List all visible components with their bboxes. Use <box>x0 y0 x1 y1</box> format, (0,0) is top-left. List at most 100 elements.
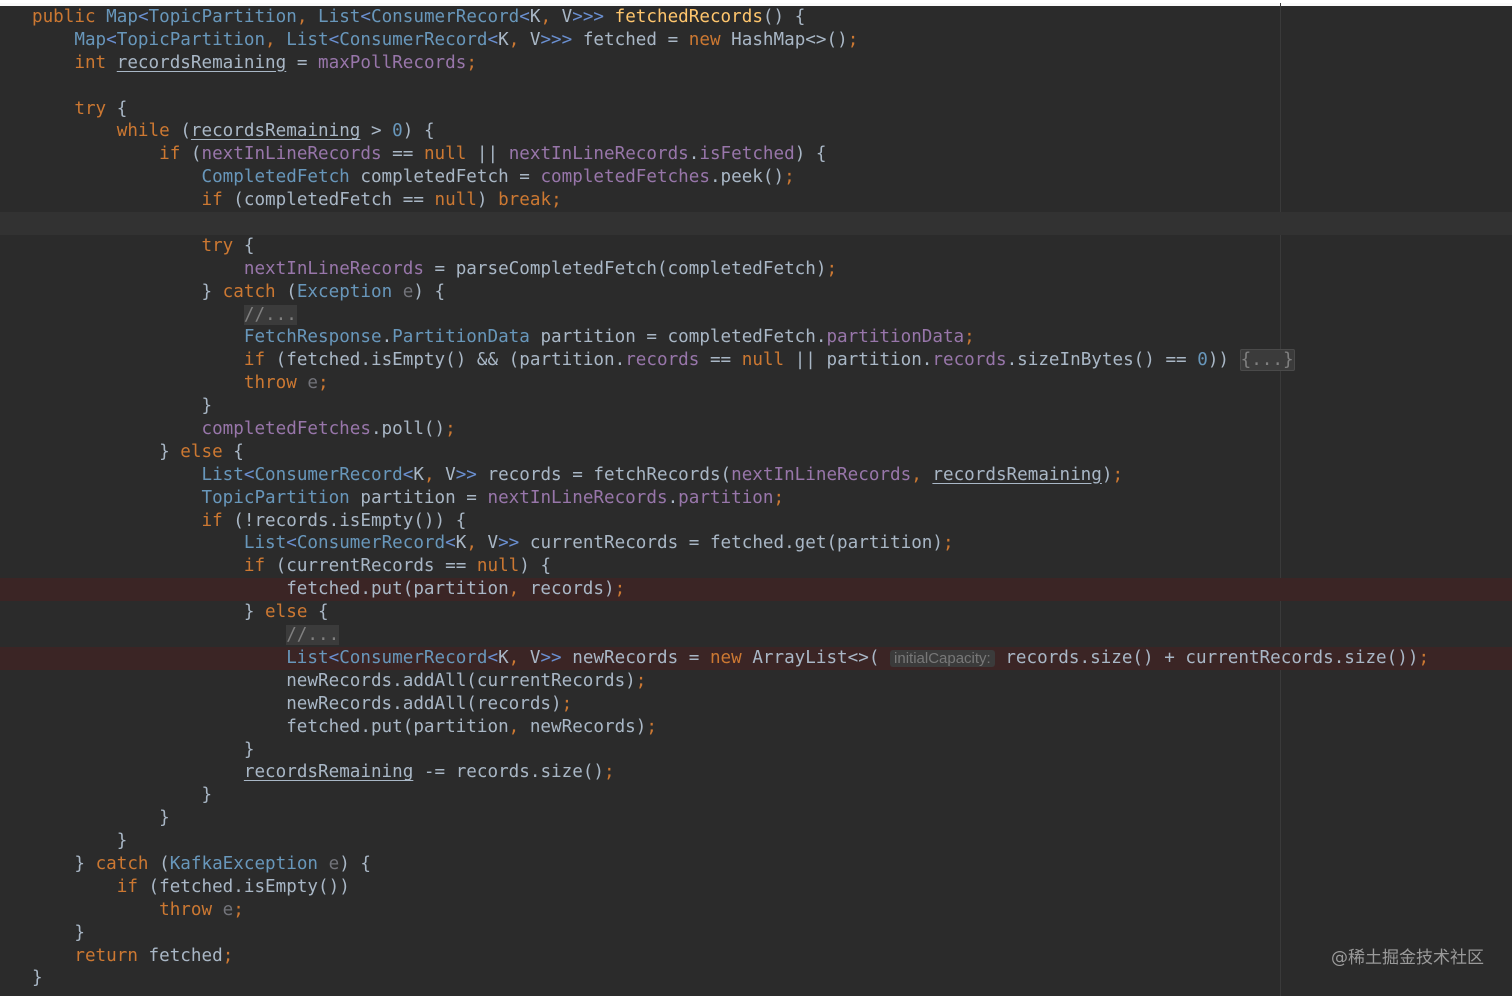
code-token: ( <box>180 121 191 142</box>
code-editor[interactable]: public Map<TopicPartition, List<Consumer… <box>0 0 1512 996</box>
code-line[interactable]: //... <box>0 624 1512 647</box>
code-token: (fetched.isEmpty() && (partition. <box>275 350 626 371</box>
code-line[interactable]: } <box>0 830 1512 853</box>
watermark: @稀土掘金技术社区 <box>1331 948 1484 968</box>
code-token: ) <box>476 190 499 211</box>
code-line[interactable]: int recordsRemaining = maxPollRecords; <box>0 52 1512 75</box>
code-line[interactable]: return fetched; <box>0 945 1512 968</box>
type-token: CompletedFetch <box>201 167 361 188</box>
code-token: } <box>32 739 255 760</box>
code-line[interactable]: } <box>0 395 1512 418</box>
generic-bracket-token: < <box>137 7 149 27</box>
type-token: List <box>318 7 361 27</box>
folded-comment[interactable]: //... <box>243 304 297 325</box>
generic-bracket-token: < <box>360 7 371 27</box>
code-line[interactable]: try { <box>0 98 1512 121</box>
code-token: newRecords = <box>572 647 710 668</box>
punctuation-token: ; <box>445 419 456 440</box>
code-token: V <box>529 647 541 668</box>
code-token: ) { <box>339 853 371 874</box>
code-line[interactable]: Map<TopicPartition, List<ConsumerRecord<… <box>0 29 1512 52</box>
keyword-token: catch <box>95 853 160 874</box>
folded-code-block[interactable]: {...} <box>1239 349 1295 372</box>
code-line[interactable]: public Map<TopicPartition, List<Consumer… <box>0 6 1512 29</box>
field-token: partitionData <box>826 327 965 348</box>
code-token: K <box>413 464 424 485</box>
code-line[interactable]: } catch (Exception e) { <box>0 281 1512 304</box>
code-line[interactable]: } <box>0 967 1512 990</box>
code-line[interactable]: newRecords.addAll(records); <box>0 693 1512 716</box>
code-line[interactable]: if (nextInLineRecords == null || nextInL… <box>0 143 1512 166</box>
code-area[interactable]: public Map<TopicPartition, List<Consumer… <box>0 6 1512 990</box>
code-token: = parseCompletedFetch(completedFetch) <box>423 258 827 279</box>
keyword-token: null <box>423 144 467 165</box>
code-line[interactable]: } else { <box>0 601 1512 624</box>
code-line[interactable]: fetched.put(partition, newRecords); <box>0 716 1512 739</box>
code-line[interactable]: recordsRemaining -= records.size(); <box>0 761 1512 784</box>
code-line[interactable]: } <box>0 807 1512 830</box>
code-line[interactable]: TopicPartition partition = nextInLineRec… <box>0 487 1512 510</box>
code-token: .poll() <box>370 419 446 440</box>
keyword-token: break <box>498 190 552 211</box>
code-token: } <box>32 968 43 989</box>
code-token: . <box>381 327 393 348</box>
keyword-token: new <box>688 29 732 50</box>
code-token: { <box>233 441 244 462</box>
code-line[interactable] <box>0 75 1512 98</box>
code-line[interactable]: completedFetches.poll(); <box>0 418 1512 441</box>
type-token: PartitionData <box>392 327 541 348</box>
type-token: ConsumerRecord <box>254 464 403 485</box>
folded-comment[interactable]: //... <box>286 625 340 646</box>
code-line[interactable]: if (completedFetch == null) break; <box>0 189 1512 212</box>
field-token: isFetched <box>699 144 795 165</box>
code-line[interactable]: nextInLineRecords = parseCompletedFetch(… <box>0 258 1512 281</box>
parameter-token: e <box>222 899 234 920</box>
type-token: Exception <box>296 281 403 302</box>
punctuation-token: ; <box>646 716 657 737</box>
code-token: ArrayList<>( <box>752 647 891 668</box>
code-line[interactable]: FetchResponse.PartitionData partition = … <box>0 326 1512 349</box>
type-token: ConsumerRecord <box>339 647 488 668</box>
keyword-token: if <box>201 510 234 531</box>
code-line[interactable]: if (fetched.isEmpty() && (partition.reco… <box>0 349 1512 372</box>
field-token: nextInLineRecords <box>243 258 424 279</box>
code-line[interactable]: } <box>0 739 1512 762</box>
code-line[interactable]: if (fetched.isEmpty()) <box>0 876 1512 899</box>
punctuation-token: ; <box>847 29 859 50</box>
code-line[interactable]: if (currentRecords == null) { <box>0 555 1512 578</box>
punctuation-token: ; <box>826 258 838 279</box>
code-line[interactable]: } catch (KafkaException e) { <box>0 853 1512 876</box>
code-line[interactable]: try { <box>0 235 1512 258</box>
keyword-token: return <box>74 945 149 966</box>
code-line[interactable]: List<ConsumerRecord<K, V>> records = fet… <box>0 464 1512 487</box>
code-line[interactable]: } <box>0 784 1512 807</box>
code-line[interactable]: if (!records.isEmpty()) { <box>0 510 1512 533</box>
code-line[interactable]: while (recordsRemaining > 0) { <box>0 120 1512 143</box>
code-token: . <box>667 487 679 508</box>
method-name-token: fetchedRecords <box>614 7 763 27</box>
code-line[interactable]: throw e; <box>0 372 1512 395</box>
field-token: records <box>932 350 1007 371</box>
code-token: records.size() + currentRecords.size()) <box>994 647 1419 668</box>
code-line[interactable]: } else { <box>0 441 1512 464</box>
keyword-token: if <box>243 556 276 577</box>
code-line[interactable]: newRecords.addAll(currentRecords); <box>0 670 1512 693</box>
punctuation-token: , <box>296 7 319 27</box>
code-line[interactable] <box>0 212 1512 235</box>
code-token: } <box>32 922 85 943</box>
type-token: Map <box>74 29 107 50</box>
code-line[interactable]: List<ConsumerRecord<K, V>> newRecords = … <box>0 646 1512 670</box>
code-line[interactable]: //... <box>0 304 1512 327</box>
punctuation-token: , <box>466 533 488 554</box>
code-line[interactable]: fetched.put(partition, records); <box>0 578 1512 602</box>
keyword-token: else <box>180 441 234 462</box>
code-line[interactable]: List<ConsumerRecord<K, V>> currentRecord… <box>0 532 1512 555</box>
code-line[interactable]: throw e; <box>0 899 1512 922</box>
code-line[interactable]: CompletedFetch completedFetch = complete… <box>0 166 1512 189</box>
code-line[interactable]: } <box>0 922 1512 945</box>
